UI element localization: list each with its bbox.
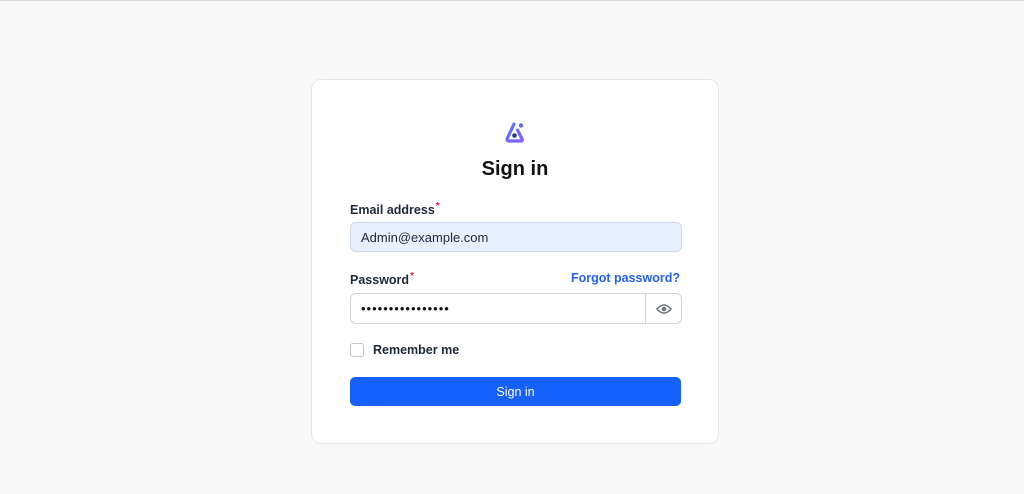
password-label: Password* — [350, 271, 414, 287]
email-field[interactable] — [350, 222, 682, 252]
sign-in-button[interactable]: Sign in — [350, 377, 681, 406]
eye-icon — [655, 303, 672, 314]
password-input-group — [350, 293, 682, 324]
page-title: Sign in — [481, 158, 549, 180]
password-label-text: Password — [350, 273, 410, 288]
password-field[interactable] — [351, 294, 645, 323]
remember-me-label[interactable]: Remember me — [373, 343, 459, 357]
toggle-password-visibility-button[interactable] — [645, 294, 681, 323]
remember-me-row: Remember me — [350, 343, 459, 357]
sign-in-card: Sign in Email address* Password* Forgot … — [311, 79, 719, 444]
forgot-password-link[interactable]: Forgot password? — [571, 271, 680, 285]
required-mark: * — [410, 271, 414, 282]
top-border — [0, 0, 1024, 1]
app-logo-icon — [505, 122, 524, 143]
required-mark: * — [435, 201, 440, 212]
email-label-text: Email address — [350, 203, 435, 218]
remember-me-checkbox[interactable] — [350, 343, 364, 357]
email-label: Email address* — [350, 201, 440, 217]
